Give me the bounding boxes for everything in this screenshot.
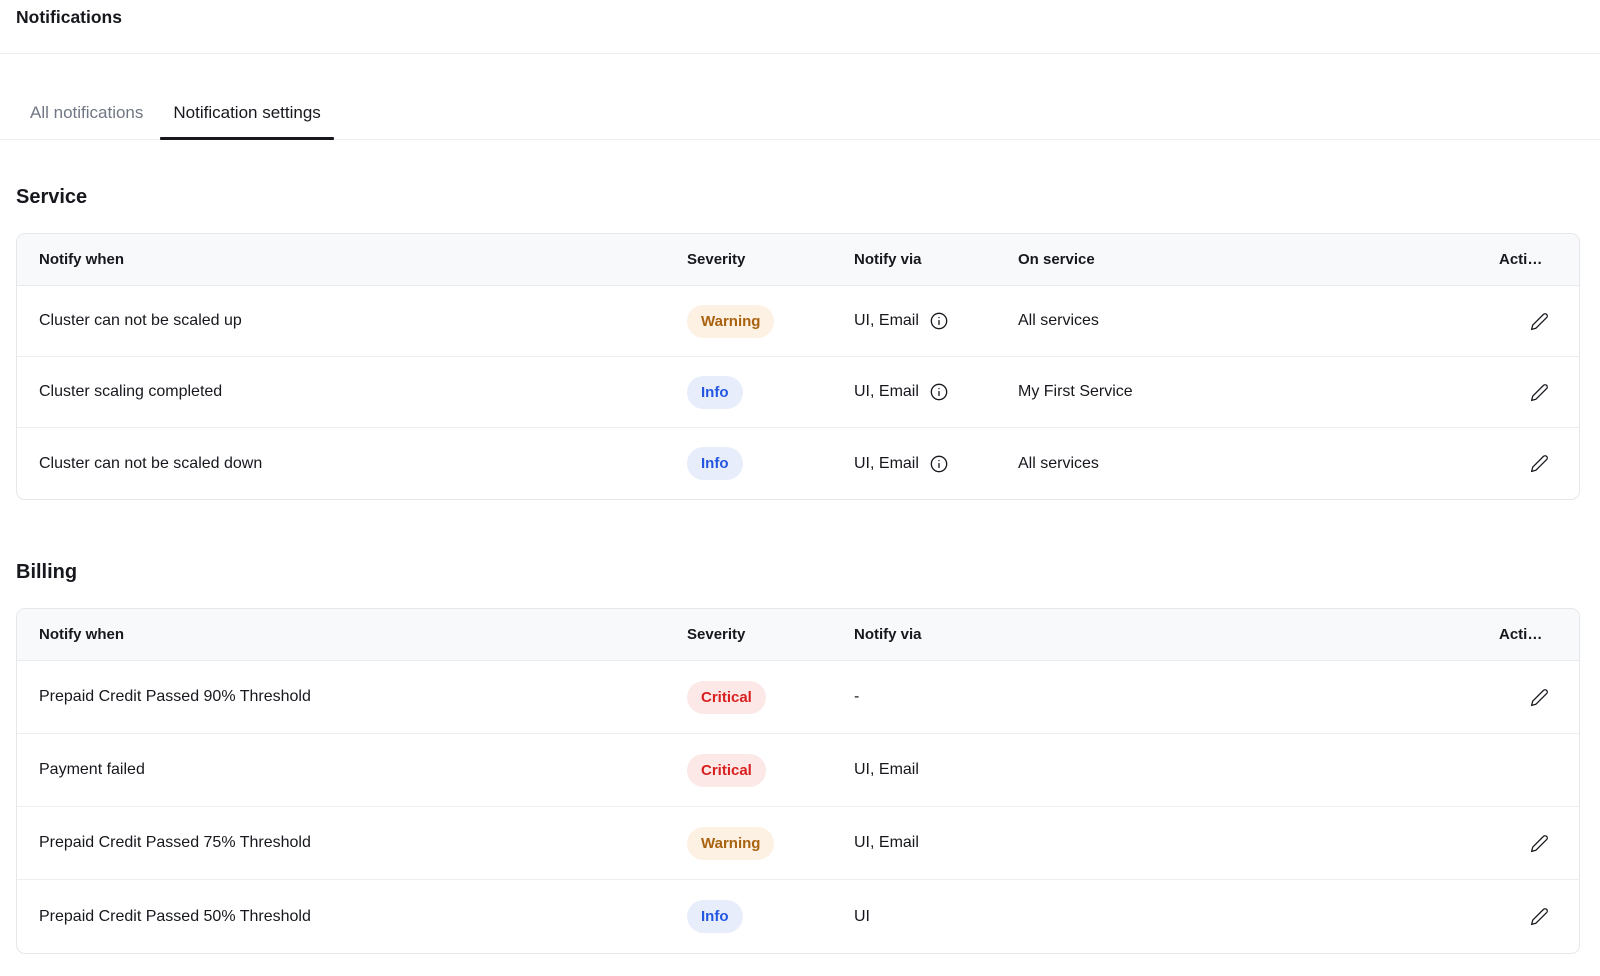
actions-cell xyxy=(1499,452,1551,475)
severity-badge: Critical xyxy=(687,754,766,787)
column-header: Notify when xyxy=(39,251,687,268)
notify-when-cell: Cluster can not be scaled down xyxy=(39,455,687,473)
sections: ServiceNotify whenSeverityNotify viaOn s… xyxy=(0,140,1600,954)
pencil-edit-icon xyxy=(1530,454,1549,473)
actions-cell xyxy=(1499,310,1551,333)
severity-badge: Critical xyxy=(687,681,766,714)
table-row: Cluster can not be scaled downInfo UI, Em… xyxy=(17,428,1579,499)
notify-via-text: UI, Email xyxy=(854,761,919,779)
section-heading: Billing xyxy=(16,561,1580,584)
severity-cell: Info xyxy=(687,900,854,933)
table-row: Prepaid Credit Passed 90% ThresholdCriti… xyxy=(17,661,1579,734)
notify-via-cell: UI, Email xyxy=(854,761,1499,779)
tab-notification-settings[interactable]: Notification settings xyxy=(160,102,333,139)
notify-via-cell: UI, Email xyxy=(854,382,1018,402)
severity-badge: Warning xyxy=(687,305,774,338)
pencil-edit-icon xyxy=(1530,834,1549,853)
severity-cell: Critical xyxy=(687,681,854,714)
on-service-cell: All services xyxy=(1018,312,1499,330)
edit-notification-button[interactable] xyxy=(1528,686,1551,709)
column-header: Severity xyxy=(687,251,854,268)
table-row: Prepaid Credit Passed 75% ThresholdWarni… xyxy=(17,807,1579,880)
notification-settings-table: Notify whenSeverityNotify viaActionsPrep… xyxy=(16,608,1580,954)
notify-via-cell: UI xyxy=(854,908,1499,926)
notification-section: Billing Notify whenSeverityNotify viaActi… xyxy=(16,561,1580,954)
pencil-edit-icon xyxy=(1530,907,1549,926)
on-service-cell: All services xyxy=(1018,455,1499,473)
tab-all-notifications[interactable]: All notifications xyxy=(17,102,156,139)
notification-section: Service Notify whenSeverityNotify viaOn s… xyxy=(16,186,1580,500)
column-header: Actions xyxy=(1499,626,1551,643)
page-header: Notifications xyxy=(0,0,1600,54)
notify-via-text: UI, Email xyxy=(854,834,919,852)
actions-cell xyxy=(1499,905,1551,928)
info-circle-icon[interactable] xyxy=(929,382,949,402)
table-row: Cluster can not be scaled upWarning UI, E… xyxy=(17,286,1579,357)
notify-when-cell: Payment failed xyxy=(39,761,687,779)
actions-cell xyxy=(1499,381,1551,404)
severity-cell: Warning xyxy=(687,305,854,338)
edit-notification-button[interactable] xyxy=(1528,381,1551,404)
pencil-edit-icon xyxy=(1530,312,1549,331)
section-heading: Service xyxy=(16,186,1580,209)
info-circle-icon[interactable] xyxy=(929,311,949,331)
column-header: Notify when xyxy=(39,626,687,643)
notification-settings-table: Notify whenSeverityNotify viaOn serviceA… xyxy=(16,233,1580,500)
notify-via-text: UI, Email xyxy=(854,383,919,401)
severity-badge: Warning xyxy=(687,827,774,860)
table-header-row: Notify whenSeverityNotify viaOn serviceA… xyxy=(17,234,1579,286)
edit-notification-button[interactable] xyxy=(1528,310,1551,333)
column-header: Notify via xyxy=(854,251,1018,268)
notify-via-text: UI, Email xyxy=(854,455,919,473)
notify-via-text: - xyxy=(854,688,859,706)
pencil-edit-icon xyxy=(1530,688,1549,707)
column-header: Actions xyxy=(1499,251,1551,268)
column-header: On service xyxy=(1018,251,1499,268)
notify-when-cell: Prepaid Credit Passed 75% Threshold xyxy=(39,834,687,852)
notify-via-cell: UI, Email xyxy=(854,834,1499,852)
on-service-cell: My First Service xyxy=(1018,383,1499,401)
severity-cell: Info xyxy=(687,376,854,409)
severity-badge: Info xyxy=(687,900,743,933)
column-header: Notify via xyxy=(854,626,1499,643)
severity-cell: Critical xyxy=(687,754,854,787)
notify-via-cell: UI, Email xyxy=(854,454,1018,474)
notify-via-text: UI, Email xyxy=(854,312,919,330)
severity-badge: Info xyxy=(687,376,743,409)
notify-via-cell: UI, Email xyxy=(854,311,1018,331)
edit-notification-button[interactable] xyxy=(1528,832,1551,855)
table-row: Prepaid Credit Passed 50% ThresholdInfo U… xyxy=(17,880,1579,953)
actions-cell xyxy=(1499,832,1551,855)
table-row: Payment failedCritical UI, Email xyxy=(17,734,1579,807)
notify-when-cell: Prepaid Credit Passed 90% Threshold xyxy=(39,688,687,706)
table-header-row: Notify whenSeverityNotify viaActions xyxy=(17,609,1579,661)
notify-when-cell: Cluster can not be scaled up xyxy=(39,312,687,330)
tab-bar: All notifications Notification settings xyxy=(0,54,1600,140)
notify-when-cell: Cluster scaling completed xyxy=(39,383,687,401)
actions-cell xyxy=(1499,686,1551,709)
edit-notification-button[interactable] xyxy=(1528,905,1551,928)
column-header: Severity xyxy=(687,626,854,643)
page-title: Notifications xyxy=(16,7,1584,27)
notify-via-text: UI xyxy=(854,908,870,926)
severity-cell: Info xyxy=(687,447,854,480)
info-circle-icon[interactable] xyxy=(929,454,949,474)
severity-cell: Warning xyxy=(687,827,854,860)
notify-when-cell: Prepaid Credit Passed 50% Threshold xyxy=(39,908,687,926)
table-row: Cluster scaling completedInfo UI, Email My… xyxy=(17,357,1579,428)
severity-badge: Info xyxy=(687,447,743,480)
notify-via-cell: - xyxy=(854,688,1499,706)
edit-notification-button[interactable] xyxy=(1528,452,1551,475)
pencil-edit-icon xyxy=(1530,383,1549,402)
